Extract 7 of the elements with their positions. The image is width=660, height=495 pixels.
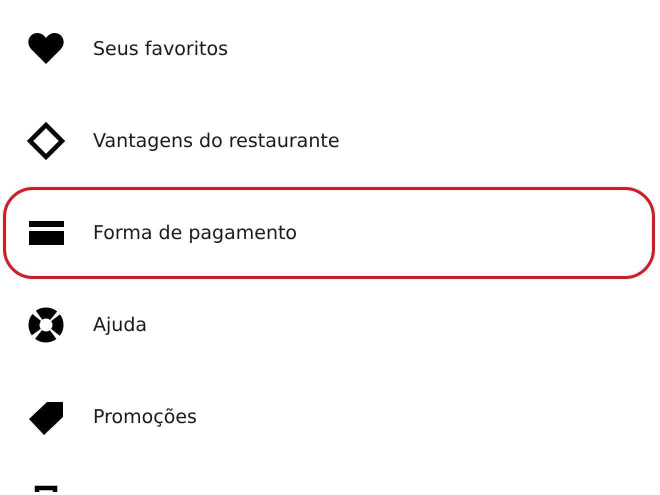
menu-item[interactable]: Forma de pagamento: [93, 218, 298, 248]
diamond-icon: [26, 121, 66, 161]
menu-item[interactable]: Promoções: [93, 402, 197, 432]
menu-item[interactable]: Seus favoritos: [93, 34, 228, 64]
menu-item[interactable]: Vantagens do restaurante: [93, 126, 340, 156]
lifebuoy-icon: [26, 305, 66, 345]
menu-item[interactable]: Ajuda: [93, 310, 148, 340]
